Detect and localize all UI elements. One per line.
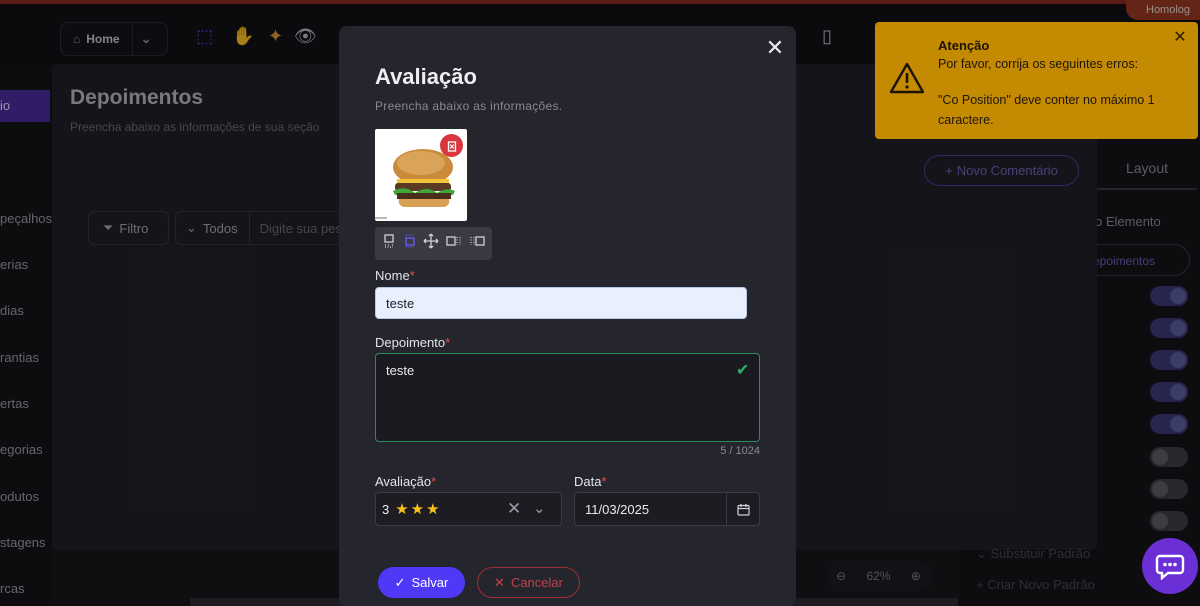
close-icon[interactable]: ✕: [1172, 30, 1188, 46]
align-left-icon[interactable]: [446, 234, 462, 253]
date-field[interactable]: [574, 492, 727, 526]
calendar-button[interactable]: [726, 492, 760, 526]
check-icon: ✓: [394, 574, 406, 590]
chat-button[interactable]: [1142, 538, 1198, 594]
close-icon: ✕: [494, 574, 505, 590]
required-mark: *: [601, 474, 607, 489]
align-center-icon[interactable]: [403, 234, 417, 253]
close-icon[interactable]: ✕: [764, 36, 786, 60]
chevron-down-icon[interactable]: ⌄: [533, 499, 546, 517]
rating-value: 3: [382, 501, 390, 517]
align-top-icon[interactable]: [382, 234, 396, 253]
warning-icon: [889, 62, 925, 99]
image-position-toolbar: [375, 227, 492, 260]
chat-icon: [1155, 554, 1185, 580]
char-counter: 5 / 1024: [720, 445, 760, 457]
toast-title: Atenção: [938, 38, 990, 53]
clear-icon[interactable]: ✕: [507, 499, 521, 519]
delete-image-button[interactable]: [440, 134, 463, 157]
toast-message: Por favor, corrija os seguintes erros:: [938, 57, 1139, 71]
depoimento-field[interactable]: teste: [375, 353, 760, 442]
toast-error: "Co Position" deve conter no máximo 1 ca…: [938, 93, 1155, 127]
required-mark: *: [445, 335, 451, 350]
required-mark: *: [431, 474, 437, 489]
star-icons: ★★★: [395, 501, 442, 518]
nome-label: Nome*: [375, 268, 415, 283]
move-icon[interactable]: [423, 233, 439, 254]
modal-subtitle: Preencha abaixo as informações.: [375, 99, 563, 113]
nome-field[interactable]: [375, 287, 747, 319]
calendar-icon: [736, 503, 750, 516]
trash-icon: [447, 140, 456, 152]
modal-title: Avaliação: [375, 64, 477, 89]
depoimento-label: Depoimento*: [375, 335, 451, 350]
required-mark: *: [409, 268, 415, 283]
check-icon: ✔: [736, 362, 750, 379]
save-button[interactable]: ✓ Salvar: [378, 567, 465, 598]
data-label: Data*: [574, 474, 607, 489]
align-right-icon[interactable]: [469, 234, 485, 253]
avaliacao-label: Avaliação*: [375, 474, 437, 489]
cancel-button[interactable]: ✕ Cancelar: [477, 567, 580, 598]
